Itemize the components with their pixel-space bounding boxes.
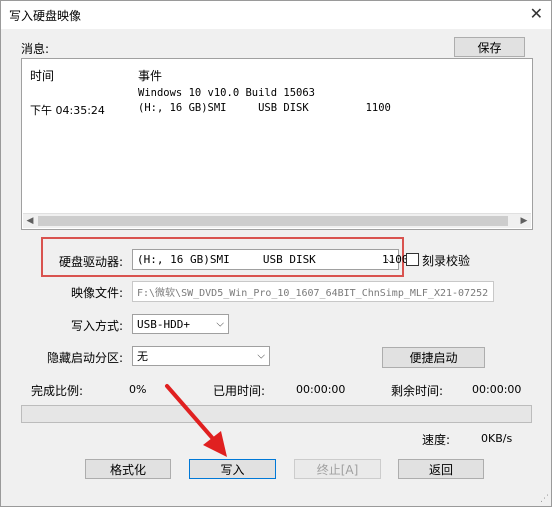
arrow-head [203, 431, 227, 457]
red-arrow-annotation [165, 384, 227, 457]
resize-grip-icon[interactable]: ⋰ [540, 494, 549, 504]
arrow-shaft [165, 384, 217, 443]
write-disk-image-dialog: 写入硬盘映像 ✕ 消息: 保存 时间 事件 Windows 10 v10.0 B… [0, 0, 552, 507]
